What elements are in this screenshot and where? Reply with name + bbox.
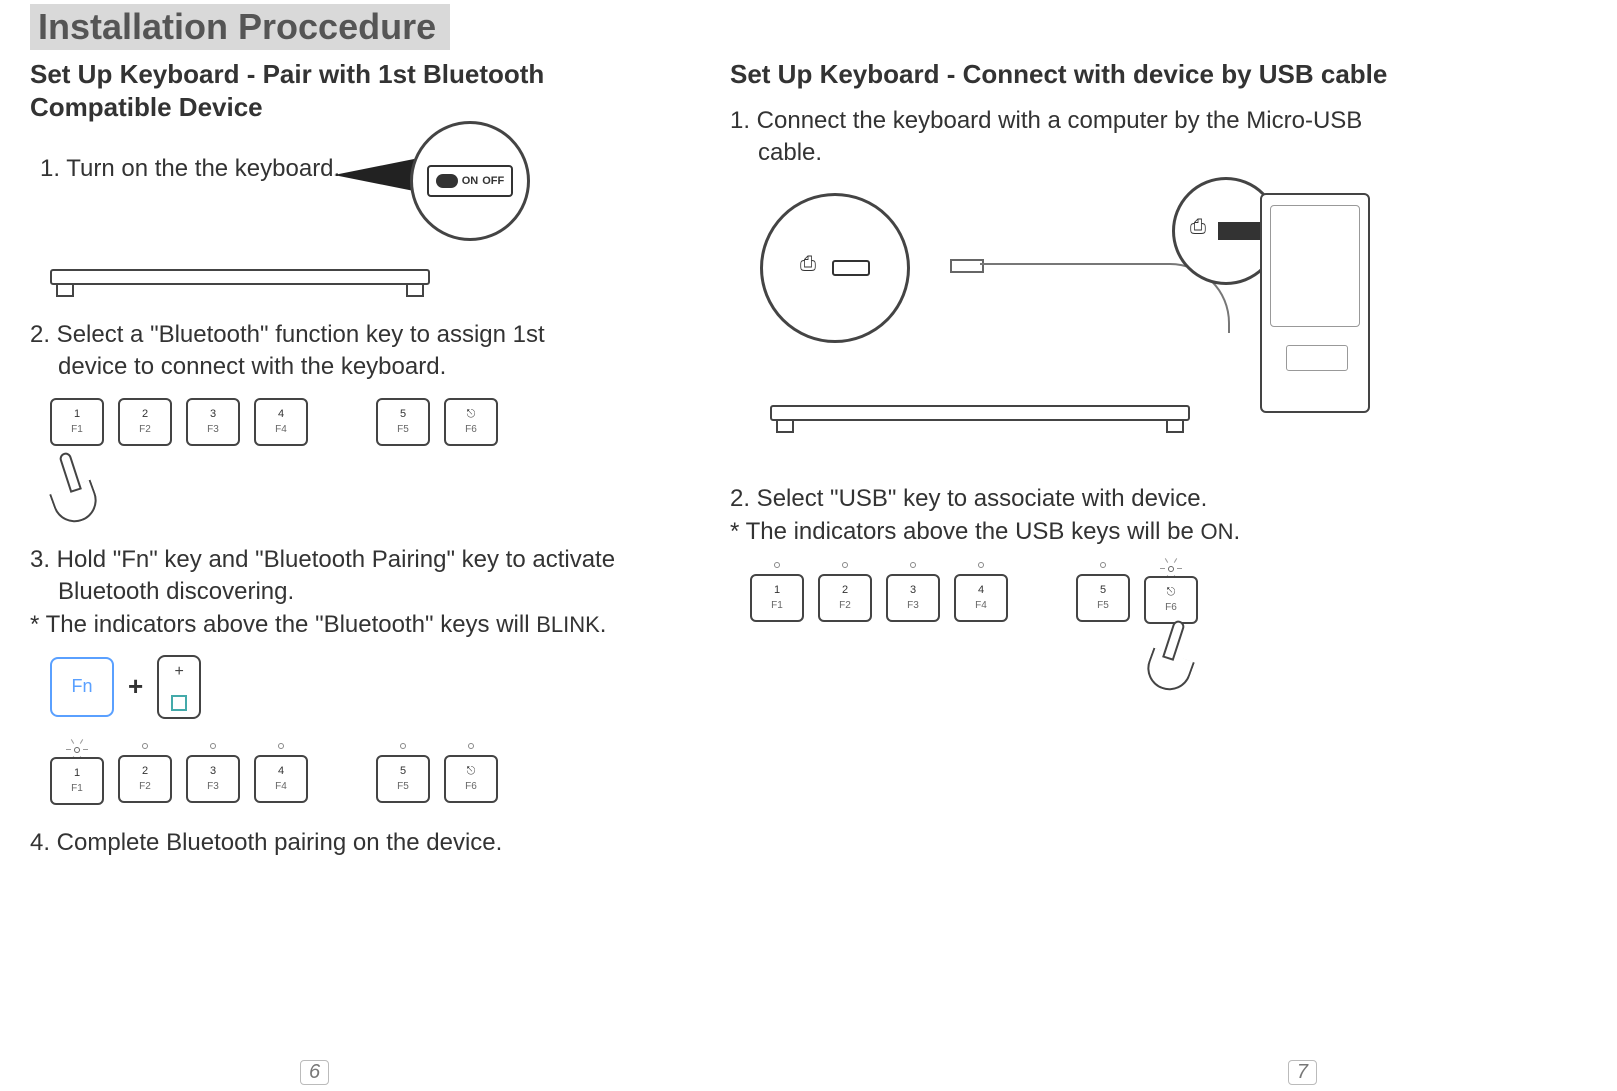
bt-key-f1: 1F1 bbox=[50, 398, 104, 446]
usb-key-f3: 3F3 bbox=[886, 574, 940, 622]
hand-press-icon bbox=[1140, 620, 1200, 690]
bt-key-f6-b: ⎋F6 bbox=[444, 755, 498, 803]
left-step-4: 4. Complete Bluetooth pairing on the dev… bbox=[30, 827, 670, 859]
computer-tower-icon bbox=[1260, 193, 1370, 413]
power-switch: ON OFF bbox=[427, 165, 513, 197]
usb-key-f2: 2F2 bbox=[818, 574, 872, 622]
led-off-icon bbox=[278, 743, 284, 749]
period: . bbox=[600, 611, 607, 638]
bt-key-f6: ⎋F6 bbox=[444, 398, 498, 446]
bt-key-f2: 2F2 bbox=[118, 398, 172, 446]
led-off-icon bbox=[142, 743, 148, 749]
keyboard-side-view bbox=[770, 393, 1190, 433]
left-step-3a: 3. Hold "Fn" key and "Bluetooth Pairing"… bbox=[30, 546, 615, 573]
page-number-right: 7 bbox=[1288, 1060, 1317, 1085]
led-on-icon bbox=[1162, 562, 1180, 576]
bt-key-f3-b: 3F3 bbox=[186, 755, 240, 803]
period: . bbox=[1233, 518, 1240, 545]
left-step-3b: Bluetooth discovering. bbox=[30, 576, 670, 608]
switch-on-label: ON bbox=[462, 175, 479, 187]
usb-key-f5: 5F5 bbox=[1076, 574, 1130, 622]
led-off-icon bbox=[400, 743, 406, 749]
led-blink-icon bbox=[68, 743, 86, 757]
right-heading: Set Up Keyboard - Connect with device by… bbox=[730, 58, 1410, 91]
led-off-icon bbox=[978, 562, 984, 568]
led-off-icon bbox=[910, 562, 916, 568]
right-step-1: 1. Connect the keyboard with a computer … bbox=[730, 105, 1410, 170]
on-text: ON bbox=[1200, 519, 1233, 544]
plus-icon: + bbox=[128, 671, 143, 702]
right-step-2-note: * The indicators above the USB keys will… bbox=[730, 516, 1410, 548]
left-step-2a: 2. Select a "Bluetooth" function key to … bbox=[30, 321, 545, 348]
blink-text: BLINK bbox=[536, 612, 600, 637]
left-step-2: 2. Select a "Bluetooth" function key to … bbox=[30, 319, 670, 384]
left-step-3-note: * The indicators above the "Bluetooth" k… bbox=[30, 609, 670, 641]
bt-key-f4-b: 4F4 bbox=[254, 755, 308, 803]
bluetooth-icon bbox=[171, 695, 187, 711]
pair-plus-label: + bbox=[175, 663, 184, 681]
bt-key-f4: 4F4 bbox=[254, 398, 308, 446]
bt-key-f3: 3F3 bbox=[186, 398, 240, 446]
led-off-icon bbox=[210, 743, 216, 749]
usb-key-f6: ⎋F6 bbox=[1144, 576, 1198, 624]
led-off-icon bbox=[1100, 562, 1106, 568]
right-step-2: 2. Select "USB" key to associate with de… bbox=[730, 483, 1410, 515]
usb-key-f1: 1F1 bbox=[750, 574, 804, 622]
right-step-1a: 1. Connect the keyboard with a computer … bbox=[730, 107, 1362, 134]
usb-key-row: 1F1 2F2 3F3 4F4 5F5 ⎋F6 bbox=[750, 562, 1410, 624]
bt-key-row-blink: 1F1 2F2 3F3 4F4 5F5 ⎋F6 bbox=[50, 743, 670, 805]
right-step-1b: cable. bbox=[730, 137, 1410, 169]
keyboard-side-view bbox=[50, 257, 430, 297]
switch-knob bbox=[436, 174, 458, 188]
usb-plug-icon bbox=[950, 259, 984, 273]
led-off-icon bbox=[774, 562, 780, 568]
bt-key-row: 1F1 2F2 3F3 4F4 5F5 ⎋F6 bbox=[50, 398, 670, 446]
right-column: Set Up Keyboard - Connect with device by… bbox=[730, 58, 1410, 859]
bt-key-f1-b: 1F1 bbox=[50, 757, 104, 805]
led-off-icon bbox=[842, 562, 848, 568]
switch-off-label: OFF bbox=[482, 175, 504, 187]
usb-icon bbox=[1190, 220, 1212, 242]
left-heading: Set Up Keyboard - Pair with 1st Bluetoot… bbox=[30, 58, 670, 123]
usb-connection-diagram bbox=[750, 183, 1370, 443]
bt-key-f5-b: 5F5 bbox=[376, 755, 430, 803]
fn-key: Fn bbox=[50, 657, 114, 717]
usb-key-f4: 4F4 bbox=[954, 574, 1008, 622]
left-step-3: 3. Hold "Fn" key and "Bluetooth Pairing"… bbox=[30, 544, 670, 609]
power-switch-callout: ON OFF bbox=[410, 121, 530, 241]
usb-icon bbox=[800, 257, 822, 279]
micro-usb-port-icon bbox=[832, 260, 870, 276]
page-number-left: 6 bbox=[300, 1060, 329, 1085]
bt-key-f2-b: 2F2 bbox=[118, 755, 172, 803]
right-step-2-note-text: * The indicators above the USB keys will… bbox=[730, 518, 1200, 545]
usb-a-port-icon bbox=[1218, 222, 1262, 240]
led-off-icon bbox=[468, 743, 474, 749]
left-step-2b: device to connect with the keyboard. bbox=[30, 351, 670, 383]
left-step-3-note-text: * The indicators above the "Bluetooth" k… bbox=[30, 611, 536, 638]
left-column: Set Up Keyboard - Pair with 1st Bluetoot… bbox=[30, 58, 670, 859]
page-title: Installation Proccedure bbox=[30, 4, 450, 50]
pairing-key: + bbox=[157, 655, 201, 719]
hand-press-icon bbox=[44, 452, 104, 522]
micro-usb-callout bbox=[760, 193, 910, 343]
left-step-1: 1. Turn on the the keyboard. bbox=[40, 153, 340, 185]
bt-key-f5: 5F5 bbox=[376, 398, 430, 446]
